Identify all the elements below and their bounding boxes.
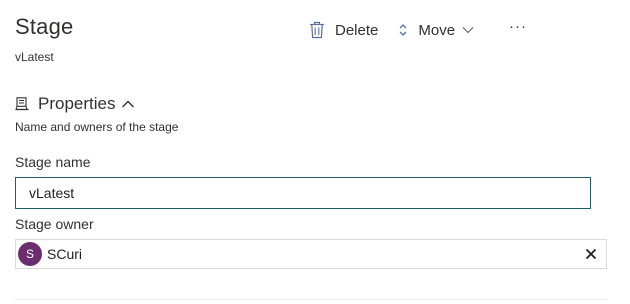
stage-panel: Stage vLatest Delete Move ··· Properties… bbox=[0, 0, 630, 304]
stage-owner-picker[interactable]: S SCuri bbox=[15, 239, 607, 269]
move-button[interactable]: Move bbox=[398, 18, 484, 42]
properties-icon bbox=[15, 97, 29, 111]
stage-name-label: Stage name bbox=[15, 154, 91, 170]
properties-section-toggle[interactable]: Properties bbox=[15, 94, 135, 114]
delete-button[interactable]: Delete bbox=[309, 18, 378, 42]
trash-icon bbox=[309, 21, 325, 39]
stage-owner-label: Stage owner bbox=[15, 216, 94, 232]
avatar: S bbox=[18, 242, 42, 266]
more-options-button[interactable]: ··· bbox=[506, 14, 530, 38]
section-title: Properties bbox=[38, 94, 116, 113]
divider bbox=[15, 299, 607, 300]
section-description: Name and owners of the stage bbox=[15, 120, 179, 134]
up-down-icon bbox=[398, 23, 408, 37]
owner-name: SCuri bbox=[47, 246, 83, 262]
clear-owner-button[interactable] bbox=[582, 245, 600, 263]
page-title: Stage bbox=[15, 14, 74, 39]
toolbar: Delete Move ··· bbox=[309, 18, 530, 42]
chevron-up-icon bbox=[121, 99, 135, 109]
page-subtitle: vLatest bbox=[15, 50, 54, 64]
stage-name-input[interactable] bbox=[15, 177, 591, 209]
chevron-down-icon bbox=[462, 26, 474, 34]
delete-label: Delete bbox=[335, 21, 379, 39]
move-label: Move bbox=[418, 21, 456, 39]
close-icon bbox=[585, 248, 597, 260]
